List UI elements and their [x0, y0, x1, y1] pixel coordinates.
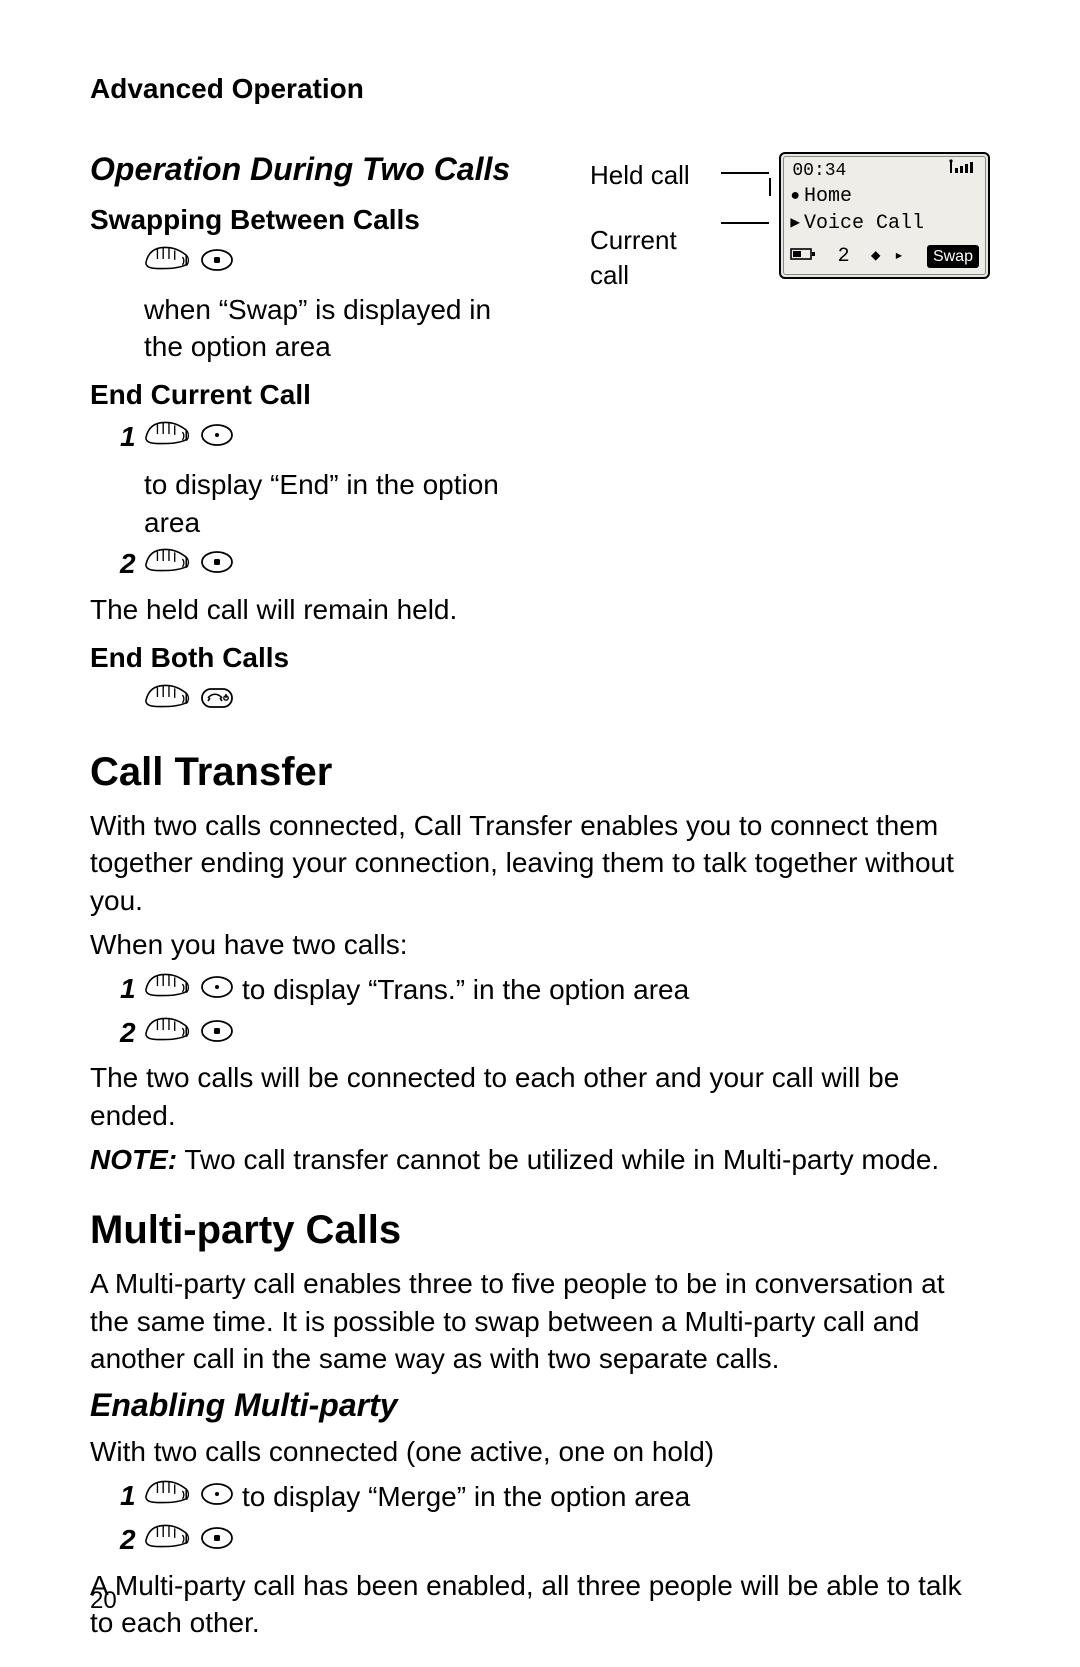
press-hand-icon: [144, 681, 192, 721]
note-label: NOTE:: [90, 1144, 177, 1175]
press-hand-icon: [144, 418, 192, 458]
mp-enable-intro: With two calls connected (one active, on…: [90, 1433, 990, 1471]
battery-icon: [790, 243, 816, 270]
ct-result: The two calls will be connected to each …: [90, 1059, 990, 1135]
call-transfer-intro: With two calls connected, Call Transfer …: [90, 807, 990, 920]
note-body: Two call transfer cannot be utilized whi…: [177, 1144, 939, 1175]
call-screen-figure: Held call Current call 00:34 ●Home ▶Voic…: [590, 148, 990, 293]
end-both-title: End Both Calls: [90, 639, 990, 677]
arrows-icon: ◆ ▸: [871, 246, 906, 268]
leader-line-icon: [721, 164, 769, 184]
held-remain-text: The held call will remain held.: [90, 591, 990, 629]
select-key-icon: [200, 546, 234, 584]
page-header: Advanced Operation: [90, 70, 990, 108]
select-key-icon: [200, 1522, 234, 1560]
bullet-icon: ●: [790, 186, 800, 208]
ct-step1-text: to display “Trans.” in the option area: [242, 971, 689, 1009]
step-number: 1: [120, 970, 144, 1008]
press-hand-icon: [144, 243, 192, 283]
signal-icon: [949, 159, 977, 183]
screen-held-name: Home: [804, 183, 852, 210]
press-hand-icon: [144, 1521, 192, 1561]
navigate-key-icon: [200, 419, 234, 457]
screen-current-name: Voice Call: [804, 210, 924, 237]
press-hand-icon: [144, 970, 192, 1010]
phone-screen: 00:34 ●Home ▶Voice Call 2 ◆ ▸ Swap: [779, 152, 990, 279]
page-number: 20: [90, 1585, 117, 1617]
mp-result: A Multi-party call has been enabled, all…: [90, 1567, 990, 1643]
step-number: 2: [120, 1521, 144, 1559]
press-hand-icon: [144, 1014, 192, 1054]
current-call-label: Current call: [590, 223, 711, 293]
press-hand-icon: [144, 1477, 192, 1517]
step-number: 2: [120, 545, 144, 583]
call-count: 2: [838, 243, 850, 270]
held-call-label: Held call: [590, 158, 711, 193]
step-number: 2: [120, 1014, 144, 1052]
step-number: 1: [120, 1477, 144, 1515]
mp-intro: A Multi-party call enables three to five…: [90, 1265, 990, 1378]
leader-line-icon: [721, 214, 769, 234]
end-current-step1-text: to display “End” in the option area: [144, 466, 504, 542]
call-transfer-when: When you have two calls:: [90, 926, 990, 964]
ct-note: NOTE: Two call transfer cannot be utiliz…: [90, 1141, 990, 1179]
call-transfer-title: Call Transfer: [90, 745, 990, 799]
swap-chip: Swap: [927, 245, 979, 269]
select-key-icon: [200, 1015, 234, 1053]
end-current-title: End Current Call: [90, 376, 990, 414]
screen-time: 00:34: [792, 159, 846, 183]
navigate-key-icon: [200, 1478, 234, 1516]
multiparty-title: Multi-party Calls: [90, 1203, 990, 1257]
triangle-icon: ▶: [790, 213, 800, 235]
swapping-text: when “Swap” is displayed in the option a…: [144, 291, 504, 367]
mp-enable-title: Enabling Multi-party: [90, 1384, 990, 1427]
end-key-icon: [200, 682, 234, 720]
step-number: 1: [120, 418, 144, 456]
press-hand-icon: [144, 545, 192, 585]
mp-step1-text: to display “Merge” in the option area: [242, 1478, 690, 1516]
navigate-key-icon: [200, 971, 234, 1009]
select-key-icon: [200, 244, 234, 282]
